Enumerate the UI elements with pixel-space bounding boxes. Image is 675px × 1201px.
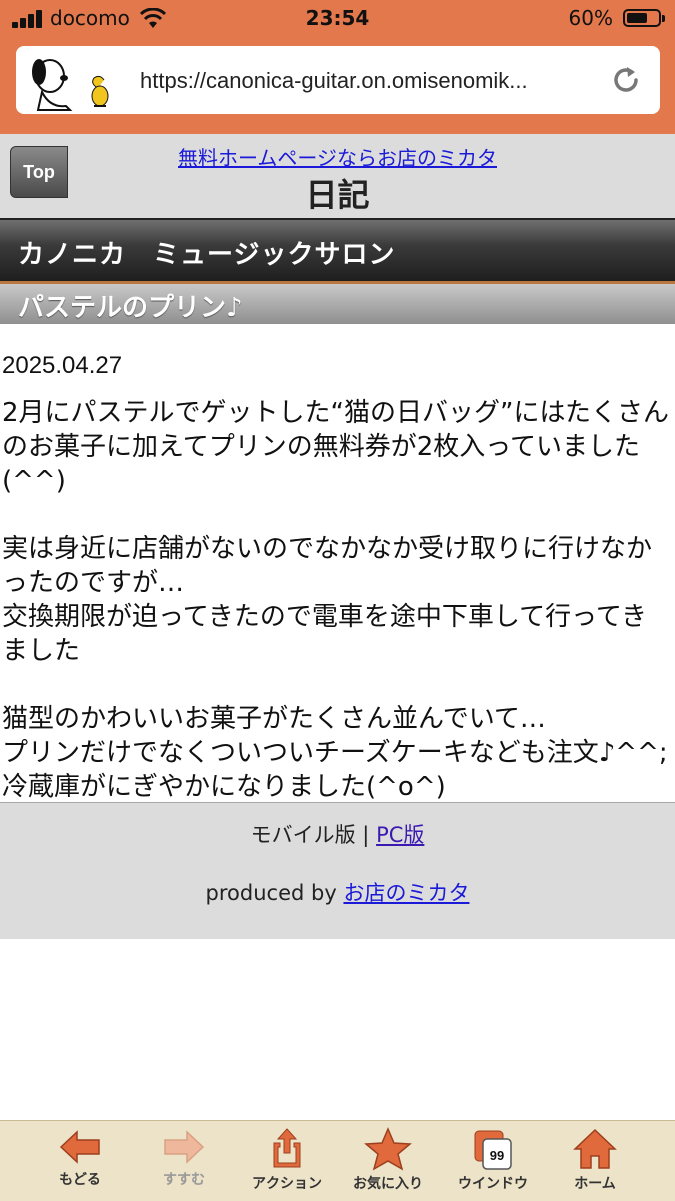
footer-credit: produced by お店のミカタ (0, 877, 675, 907)
back-label: もどる (59, 1172, 101, 1188)
back-button[interactable]: もどる (30, 1127, 130, 1201)
back-arrow-icon (59, 1130, 100, 1164)
footer: モバイル版 | PC版 produced by お店のミカタ (0, 802, 675, 939)
entry-paragraph: 猫型のかわいいお菓子がたくさん並んでいて… プリンだけでなくついついチーズケーキ… (2, 704, 668, 802)
credit-link[interactable]: お店のミカタ (343, 881, 469, 905)
page-header: Top 無料ホームページならお店のミカタ 日記 (0, 134, 675, 218)
window-count-badge: 99 (490, 1148, 504, 1163)
home-button[interactable]: ホーム (545, 1127, 645, 1201)
produced-by-label: produced by (205, 881, 337, 905)
forward-button[interactable]: すすむ (134, 1127, 234, 1201)
pc-version-link[interactable]: PC版 (376, 823, 424, 847)
entry-paragraph: 2月にパステルでゲットした“猫の日バッグ”にはたくさんのお菓子に加えてプリンの無… (2, 398, 669, 496)
entry-date: 2025.04.27 (2, 352, 123, 379)
shop-name-bar: カノニカ ミュージックサロン (0, 218, 675, 284)
free-homepage-link[interactable]: 無料ホームページならお店のミカタ (0, 142, 675, 171)
windows-button[interactable]: 99 ウインドウ (443, 1127, 543, 1201)
browser-toolbar: もどる すすむ アクション お気に入り 99 ウインドウ ホーム (0, 1120, 675, 1201)
home-icon (573, 1128, 617, 1169)
windows-label: ウインドウ (458, 1176, 528, 1192)
address-bar[interactable]: https://canonica-guitar.on.omisenomik... (16, 46, 660, 114)
bookmarks-label: お気に入り (353, 1176, 423, 1192)
star-icon (364, 1127, 412, 1171)
separator: | (362, 823, 370, 847)
windows-icon: 99 (474, 1130, 512, 1170)
share-icon (273, 1128, 301, 1168)
battery-percent: 60% (568, 6, 613, 30)
browser-top-chrome: docomo 23:54 60% https://canonica-guitar… (0, 0, 675, 134)
page-title: 日記 (305, 176, 370, 214)
action-button[interactable]: アクション (237, 1127, 337, 1201)
forward-arrow-icon (164, 1130, 205, 1164)
url-text[interactable]: https://canonica-guitar.on.omisenomik... (140, 68, 610, 94)
home-label: ホーム (574, 1176, 616, 1192)
mobile-version-label: モバイル版 (250, 823, 356, 847)
version-switcher: モバイル版 | PC版 (0, 819, 675, 849)
entry-paragraph: 実は身近に店舗がないのでなかなか受け取りに行けなかったのですが… 交換期限が迫っ… (2, 534, 653, 666)
article-title: パステルのプリン♪ (18, 293, 243, 323)
action-label: アクション (252, 1176, 322, 1192)
status-bar: docomo 23:54 60% (0, 0, 675, 38)
shop-name: カノニカ ミュージックサロン (18, 240, 396, 270)
snoopy-logo-icon (20, 48, 120, 112)
bookmarks-button[interactable]: お気に入り (338, 1127, 438, 1201)
article-title-bar: パステルのプリン♪ (0, 284, 675, 324)
entry-body: 2月にパステルでゲットした“猫の日バッグ”にはたくさんのお菓子に加えてプリンの無… (2, 396, 670, 838)
reload-icon[interactable] (610, 64, 642, 96)
battery-icon (623, 9, 665, 27)
forward-label: すすむ (163, 1172, 205, 1188)
